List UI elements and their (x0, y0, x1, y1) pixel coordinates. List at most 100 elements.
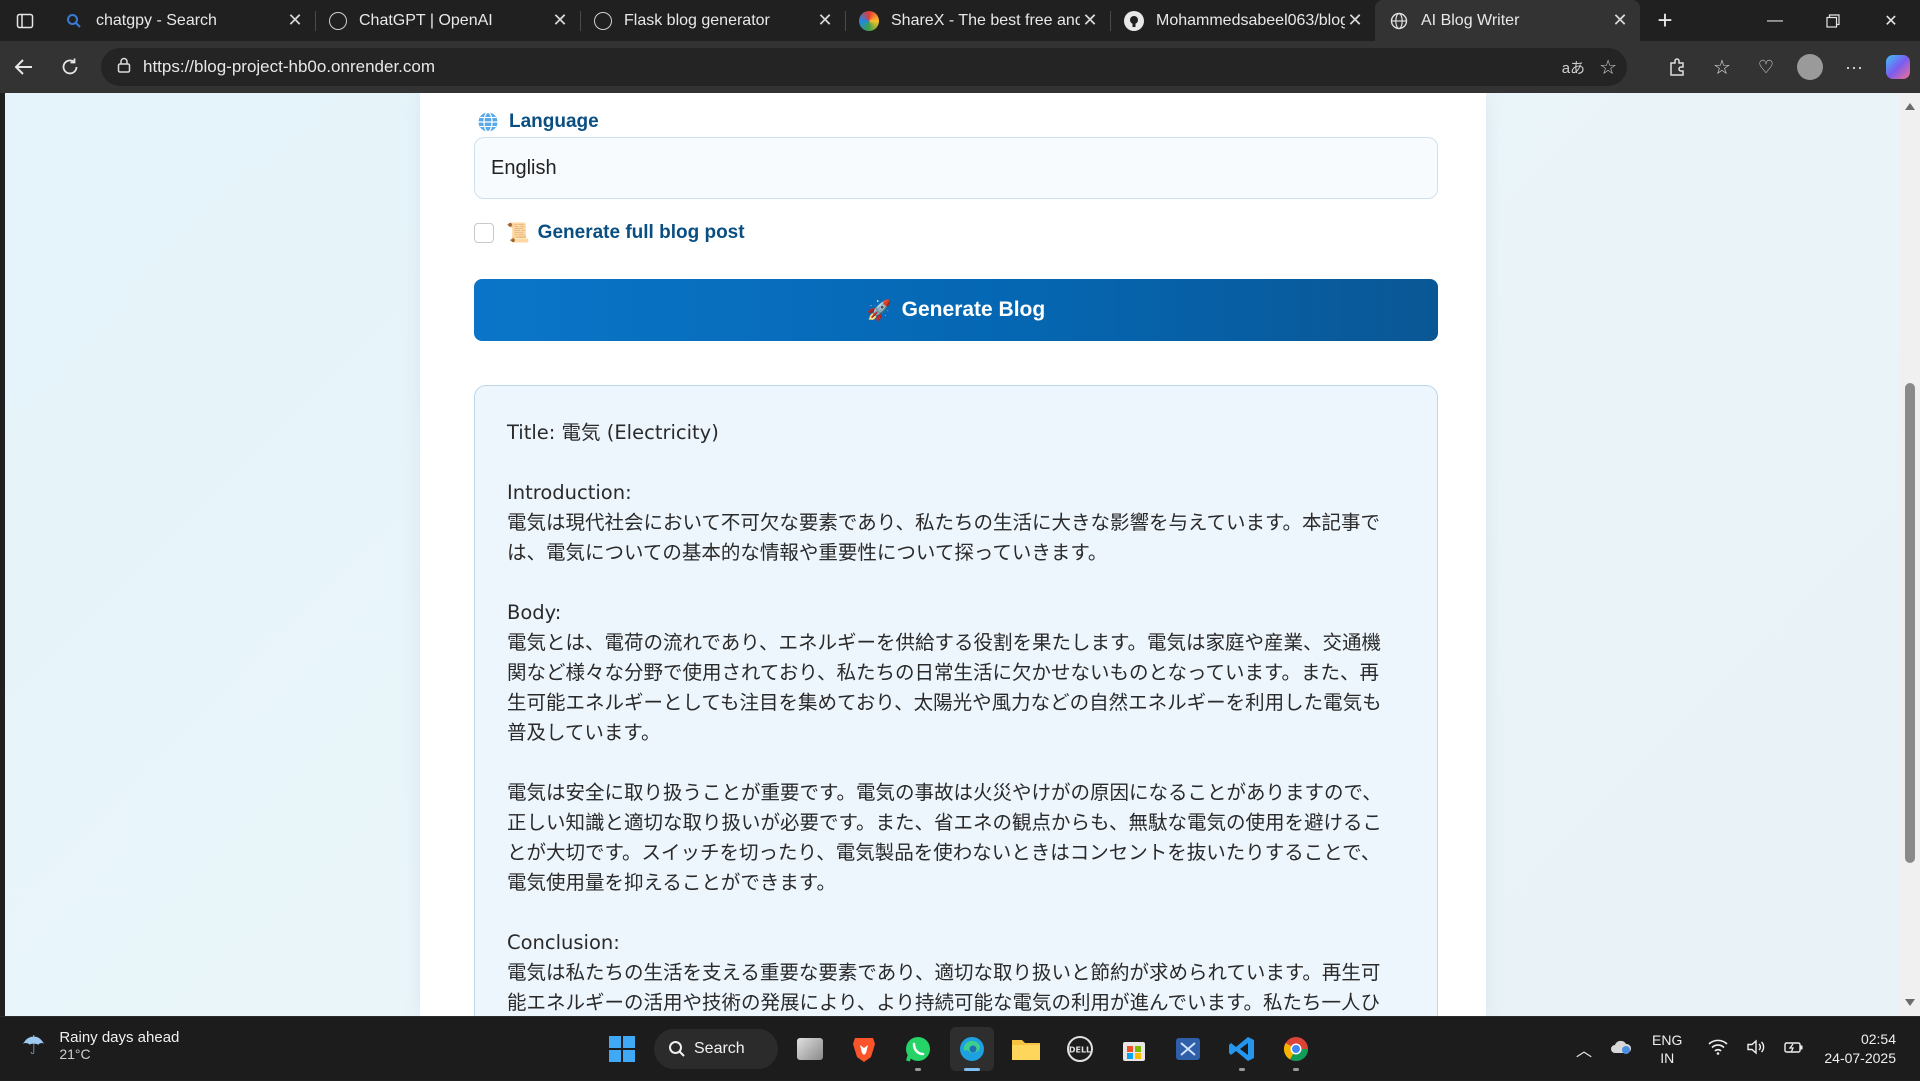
close-tab-icon[interactable]: ✕ (1080, 10, 1100, 31)
tab-ai-blog-writer[interactable]: AI Blog Writer ✕ (1375, 0, 1640, 41)
tab-chatgpy-search[interactable]: chatgpy - Search ✕ (50, 0, 315, 41)
intro-line: 電気は現代社会において不可欠な要素であり、私たちの生活に大きな影響を与えています… (507, 511, 1381, 534)
read-aloud-icon[interactable]: aあ (1562, 57, 1585, 78)
tab-title: Flask blog generator (624, 11, 770, 29)
edge-browser-icon[interactable] (950, 1027, 994, 1071)
sharex-icon (859, 10, 879, 31)
browser-tab-bar: chatgpy - Search ✕ ChatGPT | OpenAI ✕ Fl… (0, 0, 1920, 41)
page-scrollbar[interactable] (1900, 93, 1920, 1016)
umbrella-icon: ☂ (22, 1030, 46, 1060)
tab-title: chatgpy - Search (96, 11, 217, 29)
snipping-tool-icon[interactable] (1166, 1027, 1210, 1071)
page-viewport: Language English 📜 Generate full blog po… (5, 93, 1900, 1016)
generate-blog-button[interactable]: 🚀 Generate Blog (474, 279, 1438, 341)
refresh-icon[interactable] (48, 45, 92, 89)
more-options-icon[interactable]: ··· (1832, 45, 1876, 89)
tab-title: AI Blog Writer (1421, 11, 1520, 29)
conclusion-line: 電気は私たちの生活を支える重要な要素であり、適切な取り扱いと節約が求められていま… (507, 961, 1381, 984)
restore-icon[interactable] (1804, 0, 1862, 41)
chevron-up-icon[interactable]: ︿ (1576, 1037, 1592, 1061)
profile-avatar[interactable] (1788, 45, 1832, 89)
lang-line1: ENG (1652, 1032, 1683, 1048)
favorite-star-icon[interactable]: ☆ (1599, 55, 1617, 80)
language-label: Language (477, 111, 599, 133)
favorites-icon[interactable]: ☆ (1700, 45, 1744, 89)
full-post-label[interactable]: Generate full blog post (538, 222, 745, 244)
search-icon (64, 11, 84, 31)
url-text[interactable]: https://blog-project-hb0o.onrender.com (143, 57, 435, 77)
full-post-option: 📜 Generate full blog post (474, 221, 745, 245)
file-explorer-icon[interactable] (1004, 1027, 1048, 1071)
body-line: 関など様々な分野で使用されており、私たちの日常生活に欠かせないものとなっています… (507, 661, 1380, 684)
whatsapp-icon[interactable] (896, 1027, 940, 1071)
tab-sharex[interactable]: ShareX - The best free and o ✕ (845, 0, 1110, 41)
back-icon[interactable] (2, 45, 46, 89)
running-indicator (1239, 1068, 1245, 1071)
onedrive-icon[interactable] (1610, 1039, 1632, 1060)
body-line: 普及しています。 (507, 721, 661, 744)
tab-actions-icon[interactable] (0, 0, 50, 41)
wifi-icon[interactable] (1708, 1039, 1728, 1060)
extensions-icon[interactable] (1656, 45, 1700, 89)
openai-icon (329, 11, 347, 30)
taskbar-search[interactable]: Search (654, 1029, 778, 1069)
body-line: とが大切です。スイッチを切ったり、電気製品を使わないときはコンセントを抜いたりす… (507, 841, 1381, 864)
body-line: 電気とは、電荷の流れであり、エネルギーを供給する役割を果たします。電気は家庭や産… (507, 631, 1381, 654)
clock-date: 24-07-2025 (1824, 1050, 1896, 1066)
body-heading: Body: (507, 601, 562, 624)
volume-icon[interactable] (1746, 1038, 1766, 1060)
search-icon (669, 1041, 685, 1057)
scroll-icon: 📜 (506, 223, 530, 244)
clock[interactable]: 02:54 24-07-2025 (1824, 1030, 1896, 1068)
blog-form-card: Language English 📜 Generate full blog po… (420, 93, 1486, 1016)
scrollbar-thumb[interactable] (1905, 383, 1915, 863)
full-post-checkbox[interactable] (474, 223, 494, 243)
task-view-icon[interactable] (788, 1027, 832, 1071)
copilot-icon[interactable] (1876, 45, 1920, 89)
tab-chatgpt-openai[interactable]: ChatGPT | OpenAI ✕ (315, 0, 580, 41)
start-icon[interactable] (600, 1027, 644, 1071)
body-line: 電気使用量を抑えることができます。 (507, 871, 836, 894)
language-input[interactable]: English (474, 137, 1438, 199)
microsoft-store-icon[interactable] (1112, 1027, 1156, 1071)
new-tab-icon[interactable]: + (1640, 5, 1690, 36)
dell-icon[interactable]: DELL (1058, 1027, 1102, 1071)
body-line: 生可能エネルギーとしても注目を集めており、太陽光や風力などの自然エネルギーを利用… (507, 691, 1382, 714)
close-tab-icon[interactable]: ✕ (550, 10, 570, 31)
running-indicator (915, 1068, 921, 1071)
github-icon (1124, 10, 1144, 31)
blog-title: Title: 電気 (Electricity) (507, 421, 719, 444)
browser-essentials-icon[interactable]: ♡ (1744, 45, 1788, 89)
tab-title: Mohammedsabeel063/blog_ (1156, 11, 1345, 29)
close-window-icon[interactable]: ✕ (1862, 0, 1920, 41)
close-tab-icon[interactable]: ✕ (1345, 10, 1365, 31)
globe-icon (1389, 11, 1409, 31)
language-label-text: Language (509, 111, 599, 132)
conclusion-line: 能エネルギーの活用や技術の発展により、より持続可能な電気の利用が進んでいます。私… (507, 991, 1381, 1014)
scroll-down-icon[interactable] (1905, 999, 1915, 1006)
weather-temp: 21°C (59, 1046, 91, 1062)
brave-browser-icon[interactable] (842, 1027, 886, 1071)
taskbar: ☂ Rainy days ahead 21°C Search DELL ︿ EN… (0, 1016, 1920, 1080)
address-field[interactable]: https://blog-project-hb0o.onrender.com a… (101, 48, 1627, 86)
running-indicator (964, 1068, 980, 1071)
tab-github-repo[interactable]: Mohammedsabeel063/blog_ ✕ (1110, 0, 1375, 41)
close-tab-icon[interactable]: ✕ (1610, 10, 1630, 31)
battery-icon[interactable] (1784, 1039, 1804, 1060)
weather-widget[interactable]: ☂ Rainy days ahead 21°C (22, 1029, 179, 1062)
weather-title: Rainy days ahead (59, 1029, 180, 1046)
chrome-icon[interactable] (1274, 1027, 1318, 1071)
window-controls: — ✕ (1746, 0, 1920, 41)
tab-flask-blog-generator[interactable]: Flask blog generator ✕ (580, 0, 845, 41)
close-tab-icon[interactable]: ✕ (285, 10, 305, 31)
lock-icon[interactable] (117, 57, 131, 78)
scroll-up-icon[interactable] (1905, 103, 1915, 110)
taskbar-search-label: Search (694, 1040, 745, 1057)
intro-line: は、電気についての基本的な情報や重要性について探っていきます。 (507, 541, 1108, 564)
taskbar-apps: Search DELL (600, 1027, 1318, 1071)
minimize-icon[interactable]: — (1746, 0, 1804, 41)
globe-icon (478, 111, 498, 133)
close-tab-icon[interactable]: ✕ (815, 10, 835, 31)
vscode-icon[interactable] (1220, 1027, 1264, 1071)
input-language-indicator[interactable]: ENG IN (1652, 1031, 1682, 1067)
